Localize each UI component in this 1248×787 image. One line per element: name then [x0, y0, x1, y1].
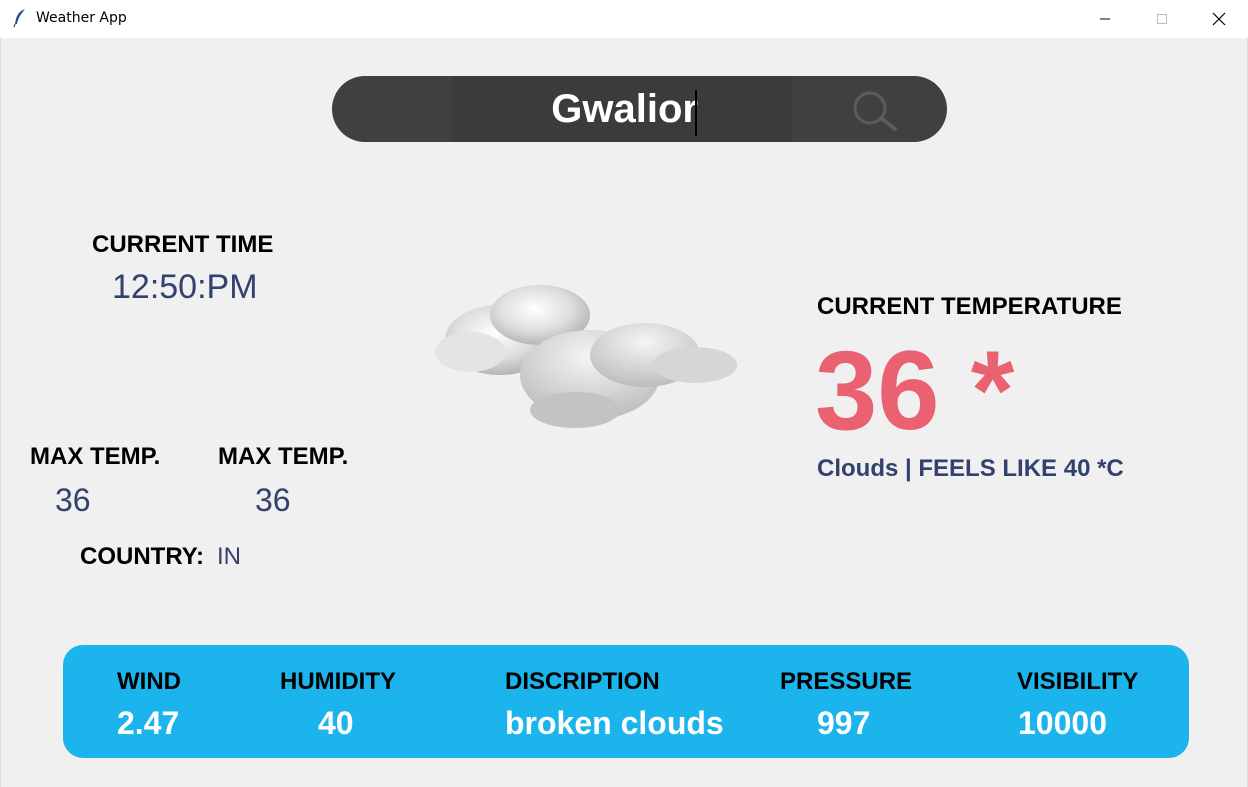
current-temperature-label: CURRENT TEMPERATURE — [817, 293, 1122, 320]
maximize-icon — [1157, 14, 1167, 24]
humidity-value: 40 — [318, 705, 354, 741]
pressure-label: PRESSURE — [780, 668, 913, 695]
wind-label: WIND — [117, 668, 181, 695]
city-search-input[interactable] — [332, 84, 698, 134]
wind-value: 2.47 — [117, 705, 180, 741]
window-title: Weather App — [36, 10, 127, 26]
minimize-icon — [1100, 18, 1110, 20]
current-temperature-value: 36 * — [815, 328, 1015, 453]
text-caret — [695, 90, 697, 136]
max-temp-label-2: MAX TEMP. — [218, 443, 349, 470]
max-temp-value-2: 36 — [255, 482, 291, 518]
current-time-label: CURRENT TIME — [92, 231, 274, 258]
title-bar: Weather App — [0, 0, 1248, 38]
description-value: broken clouds — [505, 705, 724, 741]
max-temp-value-1: 36 — [55, 482, 91, 518]
visibility-label: VISIBILITY — [1017, 668, 1139, 695]
weather-summary: Clouds | FEELS LIKE 40 *C — [817, 455, 1124, 482]
close-icon — [1212, 12, 1226, 26]
feather-icon — [13, 9, 25, 28]
current-time-value: 12:50:PM — [112, 268, 258, 306]
visibility-value: 10000 — [1018, 705, 1107, 741]
minimize-button[interactable] — [1082, 0, 1128, 38]
close-button[interactable] — [1196, 0, 1242, 38]
description-label: DISCRIPTION — [505, 668, 660, 695]
country-value: IN — [217, 543, 241, 570]
cloud-icon — [435, 285, 737, 428]
pressure-value: 997 — [817, 705, 871, 741]
max-temp-label-1: MAX TEMP. — [30, 443, 161, 470]
country-label: COUNTRY: — [80, 543, 204, 570]
maximize-button[interactable] — [1139, 0, 1185, 38]
humidity-label: HUMIDITY — [280, 668, 396, 695]
search-icon[interactable] — [850, 90, 900, 132]
